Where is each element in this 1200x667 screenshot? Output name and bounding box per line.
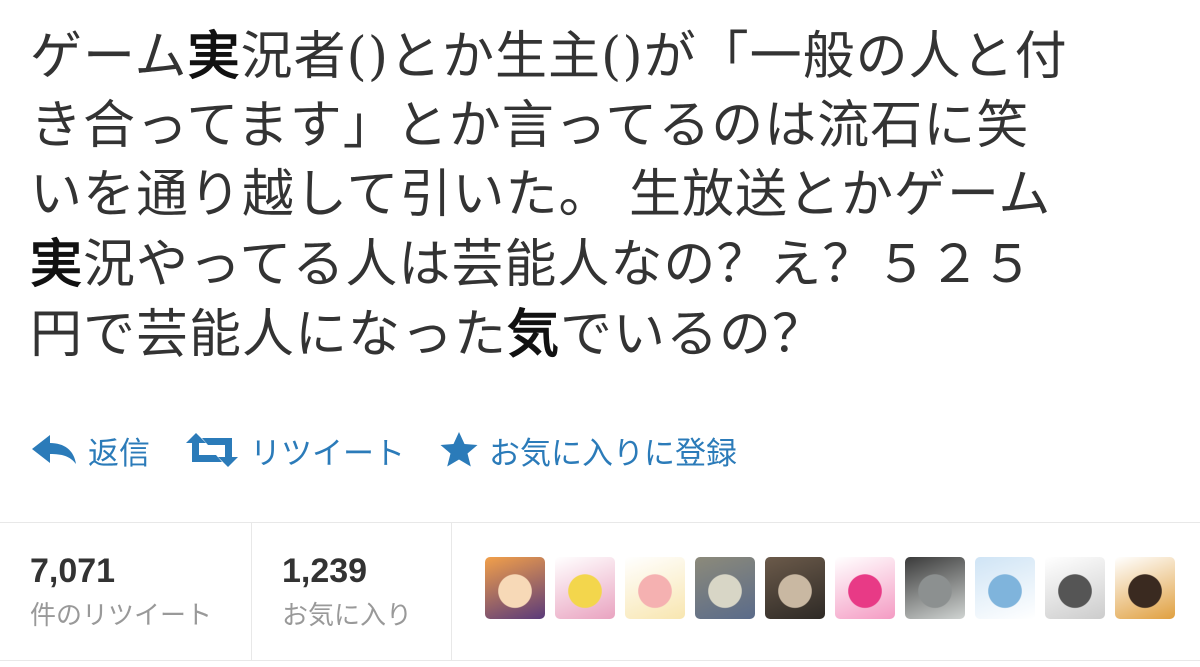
pink-ball-avatar[interactable] xyxy=(835,557,895,619)
tweet-line-1-part-a: ゲーム xyxy=(30,27,188,87)
round-dish-avatar[interactable] xyxy=(695,557,755,619)
reply-label: 返信 xyxy=(88,435,150,472)
favorite-button[interactable]: お気に入りに登録 xyxy=(439,428,737,473)
tweet-actions: 返信 リツイート お気に入りに登録 xyxy=(30,422,771,478)
favorite-label: お気に入りに登録 xyxy=(489,435,737,472)
favoriter-avatars xyxy=(452,523,1200,660)
retweet-button[interactable]: リツイート xyxy=(184,428,405,473)
pink-slice-avatar[interactable] xyxy=(625,557,685,619)
tweet-line-5-part-a: 円で芸能人になった xyxy=(30,305,508,365)
favorite-count: 1,239 xyxy=(282,552,368,590)
dark-photo-avatar[interactable] xyxy=(905,557,965,619)
tweet-line-3: いを通り越して引いた。 生放送とかゲーム xyxy=(30,161,1180,230)
star-icon xyxy=(440,432,478,467)
tweet-line-1-part-c: 況者()とか生主()が「一般の人と付 xyxy=(240,27,1068,87)
guitar-character-avatar[interactable] xyxy=(1115,557,1175,619)
retweet-label: リツイート xyxy=(250,435,405,472)
tweet-line-2-part-a: き合ってます」とか言ってるのは流石に笑 xyxy=(30,96,1030,156)
tweet-line-5: 円で芸能人になった気でいるの？ xyxy=(30,300,1180,370)
tweet-line-4-part-c: 況やってる人は芸能人なの？え？５２５ xyxy=(83,235,1035,295)
orange-hair-anime-avatar[interactable] xyxy=(485,557,545,619)
tweet-line-3-part-a: いを通り越して引いた。 生放送とかゲーム xyxy=(30,165,1052,225)
cat-photo-avatar[interactable] xyxy=(765,557,825,619)
tweet-stats: 7,071 件のリツイート 1,239 お気に入り xyxy=(0,523,1200,660)
tweet-line-2: き合ってます」とか言ってるのは流石に笑 xyxy=(30,92,1180,161)
retweet-count-label: 件のリツイート xyxy=(30,600,213,630)
tweet-detail: ゲーム実況者()とか生主()が「一般の人と付 き合ってます」とか言ってるのは流石… xyxy=(0,0,1200,667)
retweet-count-stat[interactable]: 7,071 件のリツイート xyxy=(0,523,252,660)
tweet-line-1: ゲーム実況者()とか生主()が「一般の人と付 xyxy=(30,22,1180,92)
yellow-crescent-avatar[interactable] xyxy=(555,557,615,619)
retweet-count: 7,071 xyxy=(30,552,116,590)
favorite-count-stat[interactable]: 1,239 お気に入り xyxy=(252,523,452,660)
sketch-character-avatar[interactable] xyxy=(1045,557,1105,619)
retweet-icon xyxy=(186,433,238,467)
tweet-line-5-bold: 気 xyxy=(507,304,561,365)
blue-hair-anime-avatar[interactable] xyxy=(975,557,1035,619)
tweet-line-1-bold: 実 xyxy=(187,26,241,87)
favorite-count-label: お気に入り xyxy=(282,600,413,630)
stats-divider-bottom xyxy=(0,660,1200,661)
tweet-line-5-part-c: でいるの？ xyxy=(560,305,826,365)
tweet-text: ゲーム実況者()とか生主()が「一般の人と付 き合ってます」とか言ってるのは流石… xyxy=(30,22,1180,370)
tweet-line-4: 実況やってる人は芸能人なの？え？５２５ xyxy=(30,230,1180,300)
reply-button[interactable]: 返信 xyxy=(30,428,150,473)
tweet-line-4-bold: 実 xyxy=(30,234,84,295)
reply-icon xyxy=(32,435,76,464)
